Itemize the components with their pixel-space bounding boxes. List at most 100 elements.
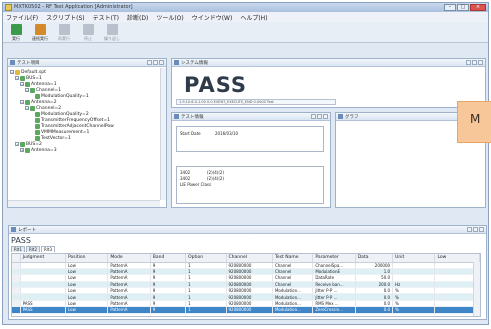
start-date-value: 2016/03/10 xyxy=(215,131,239,136)
antenna-icon xyxy=(25,147,30,153)
tab-rlt2[interactable]: Rlt2 xyxy=(26,246,41,252)
report-tabs: Rlt1 Rlt2 Rlt3 xyxy=(11,246,56,252)
vertical-scrollbar[interactable] xyxy=(160,68,166,200)
status-line: 1.9.10.6.0-1.00 0.0 EVENT_EXECUTE_END 0.… xyxy=(176,99,336,105)
column-header[interactable]: Judgment xyxy=(20,254,66,263)
table-cell: 920800000 xyxy=(226,306,273,314)
stop-button[interactable]: 停止 xyxy=(79,22,97,43)
system-info-panel: システム情報 PASS 1.9.10.6.0-1.00 0.0 EVENT_EX… xyxy=(171,58,486,108)
table-cell: Low xyxy=(65,306,109,314)
channel-icon xyxy=(30,105,35,111)
maximize-button[interactable]: □ xyxy=(457,4,469,11)
batch-run-icon xyxy=(34,24,46,35)
panel-close-button[interactable] xyxy=(478,60,483,65)
test-icon xyxy=(35,111,40,117)
antenna-icon xyxy=(25,99,30,105)
test-info-panel: テスト情報 Start Date 2016/03/10 3402 (2)(4)(… xyxy=(171,112,331,208)
script-icon xyxy=(15,69,20,75)
info-row-value: (2)(4)(2) xyxy=(207,176,224,181)
run-button[interactable]: 実行 xyxy=(7,22,25,43)
tab-rlt3[interactable]: Rlt3 xyxy=(41,246,56,252)
panel-minimize-button[interactable] xyxy=(147,60,152,65)
column-header[interactable]: Channel xyxy=(226,254,273,263)
panel-title: テスト情報 xyxy=(181,115,204,120)
column-header[interactable]: Mode xyxy=(107,254,151,263)
tab-rlt1[interactable]: Rlt1 xyxy=(11,246,26,252)
antenna-icon xyxy=(25,81,30,87)
test-icon xyxy=(35,117,40,123)
panel-icon xyxy=(174,60,179,65)
report-panel: レポート PASS Rlt1 Rlt2 Rlt3 Judgment Positi… xyxy=(8,225,487,320)
minimize-button[interactable]: – xyxy=(444,4,456,11)
callout-box: M xyxy=(457,101,491,143)
column-header[interactable]: Data xyxy=(355,254,394,263)
table-cell: % xyxy=(392,306,436,314)
info-row-label: 3402 xyxy=(180,170,191,175)
folder-icon xyxy=(20,141,25,147)
panel-minimize-button[interactable] xyxy=(467,227,472,232)
table-cell: 0.0 xyxy=(355,306,394,314)
column-header[interactable]: Test Name xyxy=(272,254,314,263)
column-header[interactable]: Parameter xyxy=(312,254,356,263)
panel-minimize-button[interactable] xyxy=(466,60,471,65)
app-window: MXTK0502 - RF Test Application [Administ… xyxy=(2,2,491,325)
callout-text: M xyxy=(470,112,481,126)
folder-icon xyxy=(20,75,25,81)
panel-maximize-button[interactable] xyxy=(153,60,158,65)
close-button[interactable]: × xyxy=(470,4,486,11)
test-icon xyxy=(35,93,40,99)
report-result: PASS xyxy=(11,236,31,245)
info-row-label: LIE Power Class xyxy=(180,182,212,187)
panel-close-button[interactable] xyxy=(479,227,484,232)
table-cell: Modulation... xyxy=(272,306,314,314)
panel-icon xyxy=(174,114,179,119)
run-icon xyxy=(10,24,22,35)
table-row[interactable]: PASS Low PatternA 9 1 920800000 Modulation... Z… xyxy=(12,306,480,314)
menu-help[interactable]: ヘルプ(H) xyxy=(240,13,267,22)
panel-maximize-button[interactable] xyxy=(473,227,478,232)
test-icon xyxy=(35,129,40,135)
result-pass-label: PASS xyxy=(184,73,248,97)
menu-test[interactable]: テスト(T) xyxy=(93,13,119,22)
grid-scrollbar[interactable] xyxy=(473,262,480,316)
tree-node[interactable]: + Antenna=3 xyxy=(20,147,57,153)
column-header[interactable]: Position xyxy=(65,254,109,263)
column-header[interactable]: Unit xyxy=(392,254,436,263)
column-header[interactable]: Band xyxy=(150,254,187,263)
grid-header-row: Judgment Position Mode Band Option Chann… xyxy=(12,254,480,263)
panel-close-button[interactable] xyxy=(159,60,164,65)
table-cell: PASS xyxy=(20,306,66,314)
menu-file[interactable]: ファイル(F) xyxy=(6,13,38,22)
test-items-panel: テスト項目 − Default.spt − BUS=1 − Antenna=1 − Ch… xyxy=(7,58,167,208)
panel-icon xyxy=(338,114,343,119)
column-header[interactable]: Low xyxy=(434,254,480,263)
toolbar: 実行 連続実行 再実行 停止 繰り返し xyxy=(3,22,488,43)
test-icon xyxy=(35,123,40,129)
panel-maximize-button[interactable] xyxy=(317,114,322,119)
table-cell: ZeroCrossin... xyxy=(312,306,356,314)
stop-icon xyxy=(82,24,94,35)
panel-minimize-button[interactable] xyxy=(311,114,316,119)
rerun-icon xyxy=(58,24,70,35)
panel-close-button[interactable] xyxy=(323,114,328,119)
info-row-value: (2)(4)(2) xyxy=(207,170,224,175)
menu-tools[interactable]: ツール(O) xyxy=(156,13,183,22)
table-cell: PatternA xyxy=(107,306,151,314)
results-grid: Judgment Position Mode Band Option Chann… xyxy=(11,253,481,317)
rerun-button[interactable]: 再実行 xyxy=(55,22,73,43)
menu-script[interactable]: スクリプト(S) xyxy=(46,13,85,22)
row-header[interactable] xyxy=(12,306,21,314)
horizontal-scrollbar[interactable] xyxy=(8,200,160,207)
panel-title: システム情報 xyxy=(181,61,208,66)
title-bar: MXTK0502 - RF Test Application [Administ… xyxy=(3,3,488,12)
menu-diagnose[interactable]: 診断(D) xyxy=(127,13,148,22)
column-header[interactable]: Option xyxy=(185,254,227,263)
row-header-corner xyxy=(12,254,21,263)
menu-window[interactable]: ウインドウ(W) xyxy=(192,13,233,22)
panel-maximize-button[interactable] xyxy=(472,60,477,65)
batch-run-button[interactable]: 連続実行 xyxy=(31,22,49,43)
window-title: MXTK0502 - RF Test Application [Administ… xyxy=(14,4,133,10)
repeat-button[interactable]: 繰り返し xyxy=(103,22,121,43)
panel-title: グラフ xyxy=(345,115,359,120)
test-info-table: Start Date 2016/03/10 xyxy=(176,126,324,152)
